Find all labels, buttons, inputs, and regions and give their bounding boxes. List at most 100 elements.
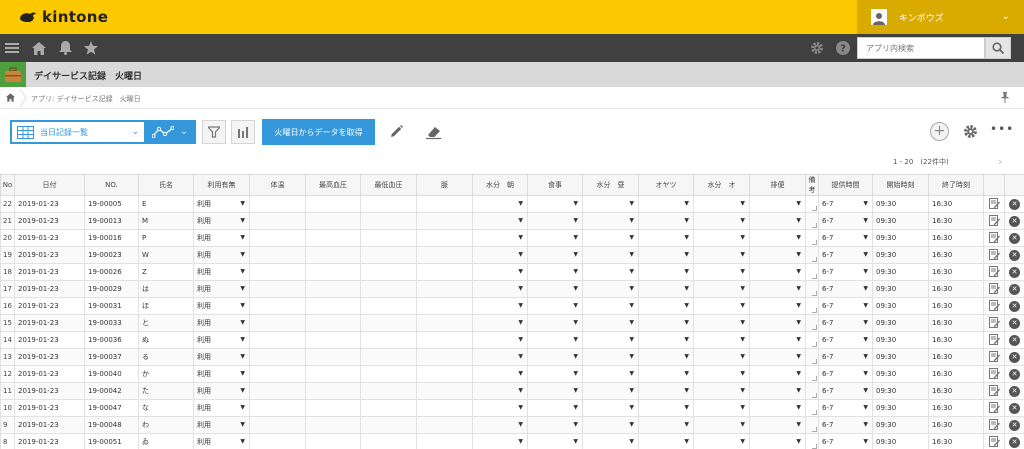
water-morning-select[interactable]: ▼ — [472, 314, 528, 332]
edit-record-cell[interactable] — [983, 348, 1005, 366]
edit-record-cell[interactable] — [983, 246, 1005, 264]
column-header[interactable]: 提供時間 — [818, 174, 873, 196]
bulk-edit-button[interactable] — [386, 122, 406, 142]
resize-grip-icon[interactable] — [812, 410, 817, 415]
delete-record-icon[interactable]: ✕ — [1009, 283, 1020, 295]
service-time-select[interactable]: 6-7 ▼ — [818, 263, 873, 281]
diastolic-input[interactable] — [360, 331, 417, 349]
meal-select[interactable]: ▼ — [527, 263, 583, 281]
end-time-input[interactable]: 16:30 — [928, 229, 984, 247]
usage-select[interactable]: 利用 ▼ — [193, 331, 250, 349]
pulse-input[interactable] — [416, 331, 473, 349]
hamburger-menu-icon[interactable] — [4, 40, 20, 56]
meal-select[interactable]: ▼ — [527, 365, 583, 383]
water-noon-select[interactable]: ▼ — [582, 263, 639, 281]
end-time-input[interactable]: 16:30 — [928, 399, 984, 417]
diastolic-input[interactable] — [360, 246, 417, 264]
memo-textarea[interactable] — [805, 382, 819, 400]
meal-select[interactable]: ▼ — [527, 348, 583, 366]
usage-select[interactable]: 利用 ▼ — [193, 246, 250, 264]
temperature-input[interactable] — [249, 246, 306, 264]
water-noon-select[interactable]: ▼ — [582, 195, 639, 213]
water-snack-select[interactable]: ▼ — [693, 433, 750, 449]
delete-record-cell[interactable]: ✕ — [1004, 229, 1024, 247]
service-time-select[interactable]: 6-7 ▼ — [818, 348, 873, 366]
edit-record-cell[interactable] — [983, 229, 1005, 247]
resize-grip-icon[interactable] — [812, 325, 817, 330]
edit-record-cell[interactable] — [983, 280, 1005, 298]
delete-record-icon[interactable]: ✕ — [1009, 436, 1020, 448]
snack-select[interactable]: ▼ — [638, 280, 694, 298]
water-noon-select[interactable]: ▼ — [582, 229, 639, 247]
delete-record-cell[interactable]: ✕ — [1004, 314, 1024, 332]
resize-grip-icon[interactable] — [812, 240, 817, 245]
water-snack-select[interactable]: ▼ — [693, 212, 750, 230]
pulse-input[interactable] — [416, 382, 473, 400]
water-morning-select[interactable]: ▼ — [472, 195, 528, 213]
water-noon-select[interactable]: ▼ — [582, 416, 639, 434]
delete-record-cell[interactable]: ✕ — [1004, 382, 1024, 400]
memo-textarea[interactable] — [805, 433, 819, 449]
usage-select[interactable]: 利用 ▼ — [193, 433, 250, 449]
snack-select[interactable]: ▼ — [638, 433, 694, 449]
bulk-delete-button[interactable] — [424, 122, 444, 142]
pulse-input[interactable] — [416, 399, 473, 417]
pulse-input[interactable] — [416, 280, 473, 298]
temperature-input[interactable] — [249, 280, 306, 298]
snack-select[interactable]: ▼ — [638, 382, 694, 400]
kintone-logo[interactable]: kintone — [18, 8, 108, 26]
service-time-select[interactable]: 6-7 ▼ — [818, 314, 873, 332]
water-morning-select[interactable]: ▼ — [472, 399, 528, 417]
meal-select[interactable]: ▼ — [527, 433, 583, 449]
temperature-input[interactable] — [249, 399, 306, 417]
edit-record-icon[interactable] — [988, 265, 1000, 277]
end-time-input[interactable]: 16:30 — [928, 416, 984, 434]
water-morning-select[interactable]: ▼ — [472, 229, 528, 247]
snack-select[interactable]: ▼ — [638, 348, 694, 366]
bowel-select[interactable]: ▼ — [749, 280, 806, 298]
water-snack-select[interactable]: ▼ — [693, 297, 750, 315]
memo-textarea[interactable] — [805, 297, 819, 315]
bowel-select[interactable]: ▼ — [749, 263, 806, 281]
edit-record-cell[interactable] — [983, 263, 1005, 281]
filter-button[interactable] — [202, 120, 226, 144]
column-header[interactable]: 利用有無 — [193, 174, 250, 196]
water-morning-select[interactable]: ▼ — [472, 212, 528, 230]
water-morning-select[interactable]: ▼ — [472, 331, 528, 349]
water-noon-select[interactable]: ▼ — [582, 433, 639, 449]
service-time-select[interactable]: 6-7 ▼ — [818, 433, 873, 449]
resize-grip-icon[interactable] — [812, 376, 817, 381]
systolic-input[interactable] — [305, 365, 361, 383]
water-morning-select[interactable]: ▼ — [472, 433, 528, 449]
bowel-select[interactable]: ▼ — [749, 348, 806, 366]
diastolic-input[interactable] — [360, 433, 417, 449]
delete-record-icon[interactable]: ✕ — [1009, 385, 1020, 397]
start-time-input[interactable]: 09:30 — [872, 280, 929, 298]
service-time-select[interactable]: 6-7 ▼ — [818, 399, 873, 417]
snack-select[interactable]: ▼ — [638, 399, 694, 417]
end-time-input[interactable]: 16:30 — [928, 297, 984, 315]
app-search-input[interactable] — [857, 37, 985, 59]
edit-record-icon[interactable] — [988, 299, 1000, 311]
meal-select[interactable]: ▼ — [527, 280, 583, 298]
column-header[interactable]: NO. — [84, 174, 139, 196]
snack-select[interactable]: ▼ — [638, 246, 694, 264]
water-morning-select[interactable]: ▼ — [472, 297, 528, 315]
snack-select[interactable]: ▼ — [638, 229, 694, 247]
temperature-input[interactable] — [249, 348, 306, 366]
edit-record-icon[interactable] — [988, 384, 1000, 396]
water-snack-select[interactable]: ▼ — [693, 382, 750, 400]
usage-select[interactable]: 利用 ▼ — [193, 382, 250, 400]
pulse-input[interactable] — [416, 246, 473, 264]
end-time-input[interactable]: 16:30 — [928, 314, 984, 332]
temperature-input[interactable] — [249, 331, 306, 349]
diastolic-input[interactable] — [360, 382, 417, 400]
diastolic-input[interactable] — [360, 314, 417, 332]
gear-icon[interactable] — [809, 40, 825, 56]
usage-select[interactable]: 利用 ▼ — [193, 212, 250, 230]
end-time-input[interactable]: 16:30 — [928, 433, 984, 449]
edit-record-cell[interactable] — [983, 331, 1005, 349]
resize-grip-icon[interactable] — [812, 444, 817, 449]
bowel-select[interactable]: ▼ — [749, 195, 806, 213]
edit-record-icon[interactable] — [988, 418, 1000, 430]
